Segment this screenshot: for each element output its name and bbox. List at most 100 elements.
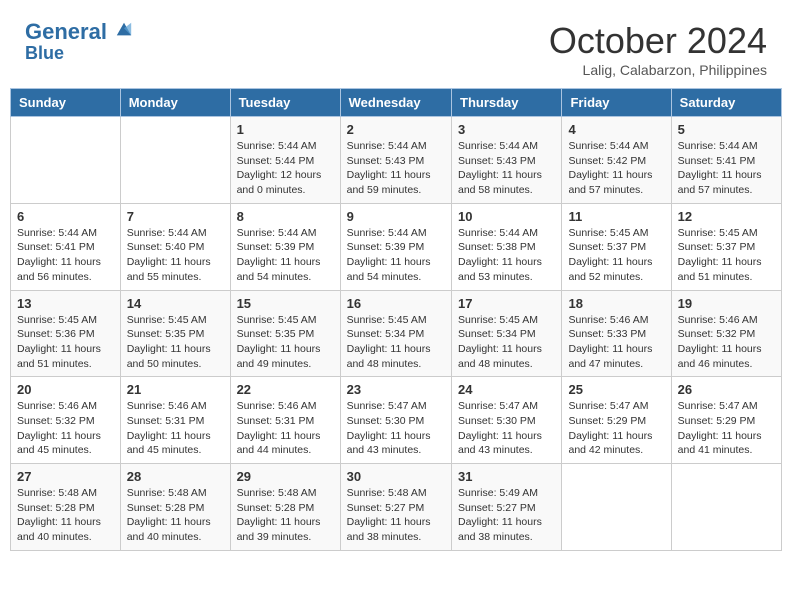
cell-info: Sunrise: 5:49 AM [458, 486, 555, 501]
cell-info: Sunset: 5:33 PM [568, 327, 664, 342]
cell-info: Sunset: 5:29 PM [568, 414, 664, 429]
calendar-cell: 12Sunrise: 5:45 AMSunset: 5:37 PMDayligh… [671, 203, 781, 290]
cell-info: Daylight: 11 hours and 40 minutes. [127, 515, 224, 544]
cell-info: Sunrise: 5:44 AM [347, 226, 445, 241]
cell-info: Sunrise: 5:47 AM [458, 399, 555, 414]
day-number: 12 [678, 209, 775, 224]
cell-info: Daylight: 11 hours and 52 minutes. [568, 255, 664, 284]
cell-info: Sunset: 5:35 PM [127, 327, 224, 342]
cell-info: Sunrise: 5:44 AM [237, 226, 334, 241]
day-number: 7 [127, 209, 224, 224]
cell-info: Daylight: 11 hours and 40 minutes. [17, 515, 114, 544]
cell-info: Sunrise: 5:48 AM [17, 486, 114, 501]
cell-info: Sunset: 5:32 PM [17, 414, 114, 429]
cell-info: Daylight: 11 hours and 51 minutes. [17, 342, 114, 371]
day-number: 20 [17, 382, 114, 397]
cell-info: Sunset: 5:37 PM [678, 240, 775, 255]
cell-info: Sunset: 5:30 PM [458, 414, 555, 429]
cell-info: Sunrise: 5:44 AM [568, 139, 664, 154]
cell-info: Daylight: 11 hours and 50 minutes. [127, 342, 224, 371]
cell-info: Sunset: 5:28 PM [237, 501, 334, 516]
cell-info: Sunset: 5:32 PM [678, 327, 775, 342]
logo-icon [115, 21, 133, 39]
page-header: General Blue October 2024 Lalig, Calabar… [10, 10, 782, 83]
logo-text: General [25, 20, 133, 44]
calendar-cell: 5Sunrise: 5:44 AMSunset: 5:41 PMDaylight… [671, 117, 781, 204]
day-number: 30 [347, 469, 445, 484]
cell-info: Sunrise: 5:44 AM [127, 226, 224, 241]
calendar-cell: 27 Sunrise: 5:48 AMSunset: 5:28 PMDayligh… [11, 464, 121, 551]
cell-info: Sunset: 5:40 PM [127, 240, 224, 255]
calendar-week-row: 27Sunrise: 5:48 AMSunset: 5:28 PMDayligh… [11, 464, 782, 551]
cell-info: Daylight: 11 hours and 53 minutes. [458, 255, 555, 284]
calendar-cell: 23Sunrise: 5:47 AMSunset: 5:30 PMDayligh… [340, 377, 451, 464]
day-of-week-header: Tuesday [230, 89, 340, 117]
day-number: 22 [237, 382, 334, 397]
cell-info: Sunset: 5:41 PM [17, 240, 114, 255]
cell-info: Sunrise: 5:46 AM [237, 399, 334, 414]
cell-info: Sunrise: 5:46 AM [678, 313, 775, 328]
cell-info: Sunrise: 5:48 AM [127, 486, 224, 501]
calendar-cell: 31Sunrise: 5:49 AMSunset: 5:27 PMDayligh… [452, 464, 562, 551]
cell-info: Sunset: 5:34 PM [347, 327, 445, 342]
calendar-cell: 7Sunrise: 5:44 AMSunset: 5:40 PMDaylight… [120, 203, 230, 290]
cell-info: Sunset: 5:27 PM [347, 501, 445, 516]
calendar-cell: 29Sunrise: 5:48 AMSunset: 5:28 PMDayligh… [230, 464, 340, 551]
cell-info: Daylight: 11 hours and 45 minutes. [127, 429, 224, 458]
day-number: 15 [237, 296, 334, 311]
day-number: 1 [237, 122, 334, 137]
cell-info: Daylight: 11 hours and 38 minutes. [458, 515, 555, 544]
cell-info: Daylight: 11 hours and 58 minutes. [458, 168, 555, 197]
cell-info: Daylight: 11 hours and 57 minutes. [568, 168, 664, 197]
cell-info: Sunset: 5:39 PM [347, 240, 445, 255]
calendar-cell: 26Sunrise: 5:47 AMSunset: 5:29 PMDayligh… [671, 377, 781, 464]
calendar-header-row: SundayMondayTuesdayWednesdayThursdayFrid… [11, 89, 782, 117]
cell-info: Daylight: 12 hours and 0 minutes. [237, 168, 334, 197]
day-number: 3 [458, 122, 555, 137]
cell-info: Sunset: 5:28 PM [17, 501, 114, 516]
day-of-week-header: Monday [120, 89, 230, 117]
cell-info: Sunset: 5:31 PM [237, 414, 334, 429]
cell-info: Sunset: 5:37 PM [568, 240, 664, 255]
day-number: 23 [347, 382, 445, 397]
cell-info: Sunrise: 5:48 AM [347, 486, 445, 501]
day-number: 18 [568, 296, 664, 311]
title-area: October 2024 Lalig, Calabarzon, Philippi… [549, 20, 767, 78]
calendar-table: SundayMondayTuesdayWednesdayThursdayFrid… [10, 88, 782, 551]
calendar-cell: 25Sunrise: 5:47 AMSunset: 5:29 PMDayligh… [562, 377, 671, 464]
day-of-week-header: Wednesday [340, 89, 451, 117]
cell-info: Sunrise: 5:47 AM [347, 399, 445, 414]
calendar-cell: 28Sunrise: 5:48 AMSunset: 5:28 PMDayligh… [120, 464, 230, 551]
day-number: 26 [678, 382, 775, 397]
day-number: 16 [347, 296, 445, 311]
day-number: 19 [678, 296, 775, 311]
calendar-cell: 11Sunrise: 5:45 AMSunset: 5:37 PMDayligh… [562, 203, 671, 290]
calendar-cell [120, 117, 230, 204]
cell-info: Daylight: 11 hours and 48 minutes. [458, 342, 555, 371]
cell-info: Sunset: 5:43 PM [458, 154, 555, 169]
cell-info: Sunrise: 5:45 AM [678, 226, 775, 241]
cell-info: Daylight: 11 hours and 45 minutes. [17, 429, 114, 458]
cell-info: Daylight: 11 hours and 54 minutes. [347, 255, 445, 284]
calendar-cell: 22Sunrise: 5:46 AMSunset: 5:31 PMDayligh… [230, 377, 340, 464]
calendar-cell: 15Sunrise: 5:45 AMSunset: 5:35 PMDayligh… [230, 290, 340, 377]
day-number: 27 [17, 469, 114, 484]
calendar-cell: 30 Sunrise: 5:48 AMSunset: 5:27 PMDayligh… [340, 464, 451, 551]
day-number: 31 [458, 469, 555, 484]
cell-info: Sunset: 5:34 PM [458, 327, 555, 342]
cell-info: Daylight: 11 hours and 43 minutes. [347, 429, 445, 458]
cell-info: Sunrise: 5:44 AM [347, 139, 445, 154]
calendar-cell: 21Sunrise: 5:46 AMSunset: 5:31 PMDayligh… [120, 377, 230, 464]
cell-info: Daylight: 11 hours and 57 minutes. [678, 168, 775, 197]
cell-info: Sunset: 5:39 PM [237, 240, 334, 255]
calendar-cell [671, 464, 781, 551]
cell-info: Sunrise: 5:46 AM [127, 399, 224, 414]
calendar-cell: 16Sunrise: 5:45 AMSunset: 5:34 PMDayligh… [340, 290, 451, 377]
cell-info: Sunrise: 5:44 AM [237, 139, 334, 154]
cell-info: Sunrise: 5:45 AM [458, 313, 555, 328]
cell-info: Sunset: 5:31 PM [127, 414, 224, 429]
cell-info: Daylight: 11 hours and 38 minutes. [347, 515, 445, 544]
day-number: 2 [347, 122, 445, 137]
cell-info: Daylight: 11 hours and 48 minutes. [347, 342, 445, 371]
calendar-cell: 2Sunrise: 5:44 AMSunset: 5:43 PMDaylight… [340, 117, 451, 204]
